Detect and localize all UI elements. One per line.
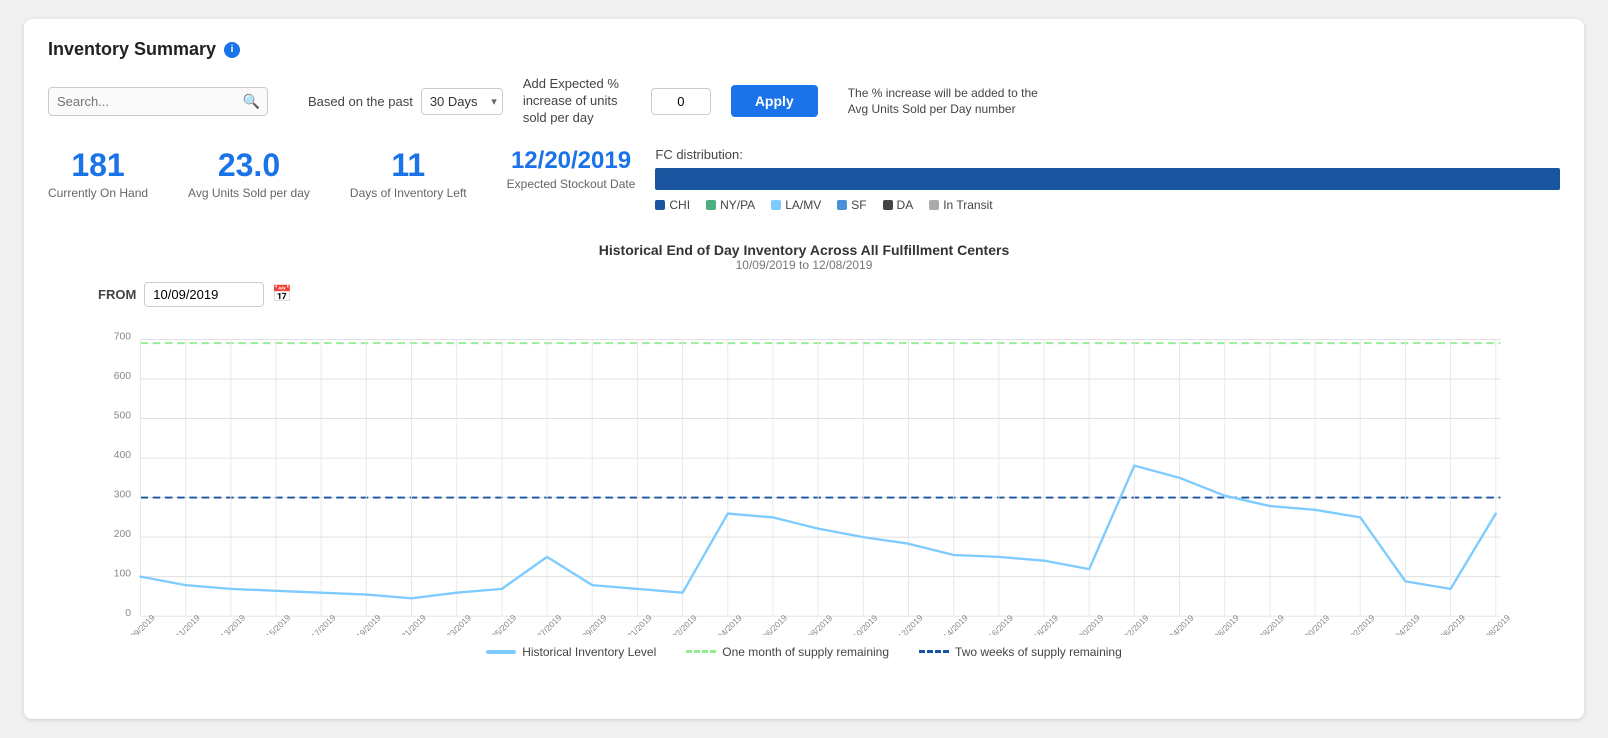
nypa-color-dot	[706, 200, 716, 210]
svg-text:10/17/2019: 10/17/2019	[301, 612, 338, 635]
svg-text:200: 200	[114, 529, 132, 540]
page-title: Inventory Summary	[48, 39, 216, 60]
based-on-section: Based on the past 30 Days 7 Days 14 Days…	[308, 88, 503, 115]
apply-button[interactable]: Apply	[731, 85, 818, 117]
metric-days-left: 11 Days of Inventory Left	[350, 147, 467, 200]
expected-increase-section: Add Expected % increase of units sold pe…	[523, 76, 711, 127]
svg-text:12/08/2019: 12/08/2019	[1475, 612, 1512, 635]
legend-item-sf: SF	[837, 198, 866, 212]
chart-title: Historical End of Day Inventory Across A…	[48, 242, 1560, 258]
legend-item-da: DA	[883, 198, 914, 212]
metrics-row: 181 Currently On Hand 23.0 Avg Units Sol…	[48, 147, 635, 200]
from-label: FROM	[98, 287, 136, 302]
chi-color-dot	[655, 200, 665, 210]
fc-legend: CHI NY/PA LA/MV SF DA	[655, 198, 1560, 212]
historical-line-icon	[486, 650, 516, 654]
chart-legend: Historical Inventory Level One month of …	[48, 645, 1560, 659]
metrics-fc-section: 181 Currently On Hand 23.0 Avg Units Sol…	[48, 147, 1560, 218]
sf-color-dot	[837, 200, 847, 210]
info-icon[interactable]: i	[224, 42, 240, 58]
expected-increase-label: Add Expected % increase of units sold pe…	[523, 76, 643, 127]
legend-historical: Historical Inventory Level	[486, 645, 656, 659]
from-date-input[interactable]	[144, 282, 264, 307]
legend-item-lamv: LA/MV	[771, 198, 821, 212]
svg-text:0: 0	[125, 608, 131, 619]
calendar-icon[interactable]: 📅	[272, 284, 292, 304]
based-on-label: Based on the past	[308, 94, 413, 109]
days-dropdown-wrapper: 30 Days 7 Days 14 Days 60 Days 90 Days	[421, 88, 503, 115]
svg-text:500: 500	[114, 410, 132, 421]
svg-text:12/04/2019: 12/04/2019	[1385, 612, 1422, 635]
metric-label-stockout-date: Expected Stockout Date	[507, 177, 636, 191]
svg-text:10/19/2019: 10/19/2019	[346, 612, 383, 635]
svg-text:10/27/2019: 10/27/2019	[526, 612, 563, 635]
in-transit-label: In Transit	[943, 198, 992, 212]
metric-value-stockout-date: 12/20/2019	[507, 147, 636, 175]
svg-text:10/13/2019: 10/13/2019	[210, 612, 247, 635]
lamv-label: LA/MV	[785, 198, 821, 212]
sf-label: SF	[851, 198, 866, 212]
metric-value-avg-units: 23.0	[188, 147, 310, 184]
legend-item-in-transit: In Transit	[929, 198, 992, 212]
metric-label-avg-units: Avg Units Sold per day	[188, 186, 310, 200]
svg-text:10/21/2019: 10/21/2019	[391, 612, 428, 635]
one-month-legend-label: One month of supply remaining	[722, 645, 889, 659]
controls-row: 🔍 Based on the past 30 Days 7 Days 14 Da…	[48, 76, 1560, 127]
legend-item-chi: CHI	[655, 198, 690, 212]
metric-value-on-hand: 181	[48, 147, 148, 184]
svg-text:10/31/2019: 10/31/2019	[617, 612, 654, 635]
da-label: DA	[897, 198, 914, 212]
nypa-label: NY/PA	[720, 198, 755, 212]
chart-date-row: FROM 📅	[98, 282, 1560, 307]
svg-text:600: 600	[114, 371, 132, 382]
svg-text:700: 700	[114, 331, 132, 342]
chart-section: Historical End of Day Inventory Across A…	[48, 242, 1560, 659]
da-color-dot	[883, 200, 893, 210]
legend-two-weeks: Two weeks of supply remaining	[919, 645, 1122, 659]
two-weeks-line-icon	[919, 650, 949, 653]
metric-stockout-date: 12/20/2019 Expected Stockout Date	[507, 147, 636, 200]
header-row: Inventory Summary i	[48, 39, 1560, 60]
svg-text:12/06/2019: 12/06/2019	[1430, 612, 1467, 635]
days-dropdown[interactable]: 30 Days 7 Days 14 Days 60 Days 90 Days	[421, 88, 503, 115]
svg-text:10/25/2019: 10/25/2019	[481, 612, 518, 635]
metric-avg-units: 23.0 Avg Units Sold per day	[188, 147, 310, 200]
in-transit-color-dot	[929, 200, 939, 210]
metric-label-on-hand: Currently On Hand	[48, 186, 148, 200]
svg-text:12/02/2019: 12/02/2019	[1340, 612, 1377, 635]
chart-svg: 0 100 200 300 400 500 600 700	[48, 315, 1560, 635]
search-box: 🔍	[48, 87, 268, 116]
metric-label-days-left: Days of Inventory Left	[350, 186, 467, 200]
metric-on-hand: 181 Currently On Hand	[48, 147, 148, 200]
svg-text:100: 100	[114, 568, 132, 579]
one-month-line-icon	[686, 650, 716, 653]
percent-input[interactable]	[651, 88, 711, 115]
note-text: The % increase will be added to the Avg …	[848, 85, 1048, 119]
legend-one-month: One month of supply remaining	[686, 645, 889, 659]
fc-distribution-label: FC distribution:	[655, 147, 1560, 162]
two-weeks-legend-label: Two weeks of supply remaining	[955, 645, 1122, 659]
search-icon[interactable]: 🔍	[243, 93, 260, 110]
chart-area: 0 100 200 300 400 500 600 700	[48, 315, 1560, 635]
historical-legend-label: Historical Inventory Level	[522, 645, 656, 659]
inventory-summary-card: Inventory Summary i 🔍 Based on the past …	[24, 19, 1584, 719]
legend-item-nypa: NY/PA	[706, 198, 755, 212]
svg-text:10/23/2019: 10/23/2019	[436, 612, 473, 635]
svg-text:400: 400	[114, 450, 132, 461]
chart-subtitle: 10/09/2019 to 12/08/2019	[48, 258, 1560, 272]
svg-text:300: 300	[114, 489, 132, 500]
chi-label: CHI	[669, 198, 690, 212]
metric-value-days-left: 11	[350, 147, 467, 184]
fc-distribution-section: FC distribution: CHI NY/PA LA/MV SF	[655, 147, 1560, 212]
fc-bar	[655, 168, 1560, 190]
lamv-color-dot	[771, 200, 781, 210]
svg-text:10/29/2019: 10/29/2019	[572, 612, 609, 635]
search-input[interactable]	[48, 87, 268, 116]
svg-text:10/15/2019: 10/15/2019	[255, 612, 292, 635]
